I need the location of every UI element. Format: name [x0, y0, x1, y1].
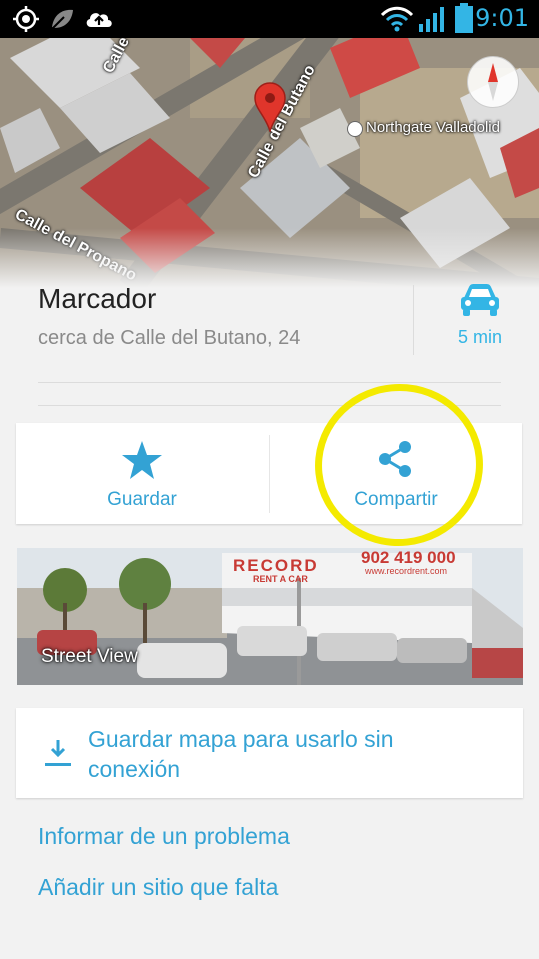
street-view-preview[interactable]: RECORD RENT A CAR 902 419 000 www.record… — [17, 548, 523, 685]
leaf-icon — [51, 9, 73, 30]
action-bar: Guardar Compartir — [16, 423, 522, 524]
divider — [38, 405, 501, 406]
save-label: Guardar — [107, 489, 177, 510]
star-icon — [122, 441, 162, 479]
place-address: cerca de Calle del Butano, 24 — [38, 327, 301, 349]
car-icon — [461, 284, 499, 316]
map-pin-icon[interactable] — [253, 82, 287, 132]
map-view[interactable]: Calle del Calle del Butano Calle del Pro… — [0, 38, 539, 288]
sign-phone: 902 419 000 — [361, 548, 456, 567]
status-bar: 9:01 — [0, 0, 539, 38]
sign-web: www.recordrent.com — [365, 566, 448, 576]
offline-label: Guardar mapa para usarlo sin conexión — [88, 726, 394, 782]
poi-marker-icon[interactable] — [347, 121, 363, 137]
poi-label[interactable]: Northgate Valladolid — [366, 119, 500, 136]
gps-icon — [13, 6, 39, 32]
compass-button[interactable] — [467, 56, 519, 108]
battery-icon — [455, 3, 473, 33]
divider — [38, 382, 501, 383]
signal-icon — [419, 7, 444, 32]
share-icon — [379, 441, 411, 477]
download-icon — [45, 740, 71, 766]
wifi-icon — [380, 6, 414, 32]
share-button[interactable]: Compartir — [270, 423, 522, 524]
save-button[interactable]: Guardar — [16, 423, 268, 524]
compass-icon — [488, 63, 498, 101]
sign-sub: RENT A CAR — [253, 574, 308, 584]
share-label: Compartir — [354, 489, 438, 510]
directions-button[interactable]: 5 min — [440, 282, 520, 348]
place-title: Marcador — [38, 283, 157, 314]
map-fade — [0, 228, 539, 288]
report-problem-link[interactable]: Informar de un problema — [38, 823, 290, 850]
add-missing-place-link[interactable]: Añadir un sitio que falta — [38, 874, 278, 901]
cloud-upload-icon — [86, 13, 112, 27]
divider — [413, 285, 414, 355]
street-view-label: Street View — [41, 646, 138, 667]
sign-brand: RECORD — [233, 556, 319, 575]
drive-time: 5 min — [457, 327, 502, 347]
clock: 9:01 — [475, 4, 529, 32]
download-offline-map-button[interactable]: Guardar mapa para usarlo sin conexión — [16, 708, 523, 798]
